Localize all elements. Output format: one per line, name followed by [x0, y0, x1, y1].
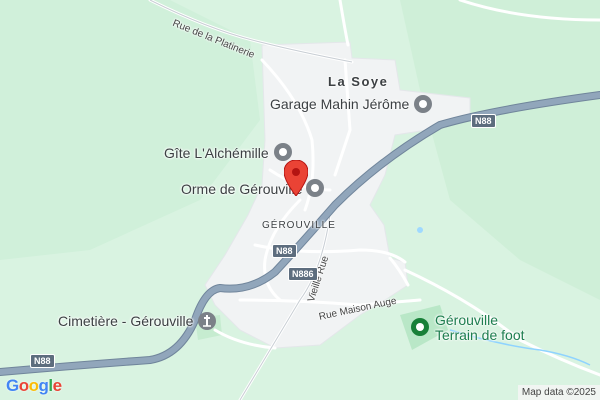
cemetery-icon[interactable]	[197, 311, 217, 331]
road-shield: N886	[288, 267, 318, 281]
place-label-gerouville: Gérouville	[262, 220, 336, 231]
poi-label-garage[interactable]: Garage Mahin Jérôme	[270, 96, 409, 112]
road-shield: N88	[471, 114, 496, 128]
road-shield: N88	[30, 354, 55, 368]
pond	[417, 227, 423, 233]
location-marker-icon[interactable]	[284, 160, 308, 196]
poi-label-terrain-line2: Terrain de foot	[435, 327, 525, 343]
map-data-attribution[interactable]: Map data ©2025	[517, 385, 600, 400]
map-view[interactable]: La Soye Gérouville Rue de la Platinerie …	[0, 0, 600, 400]
poi-label-gite[interactable]: Gîte L'Alchémille	[164, 145, 269, 161]
poi-label-terrain[interactable]: Gérouville Terrain de foot	[435, 313, 525, 343]
poi-label-terrain-line1: Gérouville	[435, 312, 499, 328]
place-label-la-soye: La Soye	[328, 74, 389, 89]
forest-area-east	[400, 0, 600, 300]
road-shield: N88	[272, 244, 297, 258]
pin-circle-icon[interactable]	[273, 142, 293, 162]
poi-label-cimetiere[interactable]: Cimetière - Gérouville	[58, 313, 193, 329]
park-icon[interactable]	[410, 317, 430, 337]
pin-circle-icon[interactable]	[413, 94, 433, 114]
pin-circle-icon[interactable]	[305, 178, 325, 198]
google-logo: Google	[6, 376, 62, 395]
